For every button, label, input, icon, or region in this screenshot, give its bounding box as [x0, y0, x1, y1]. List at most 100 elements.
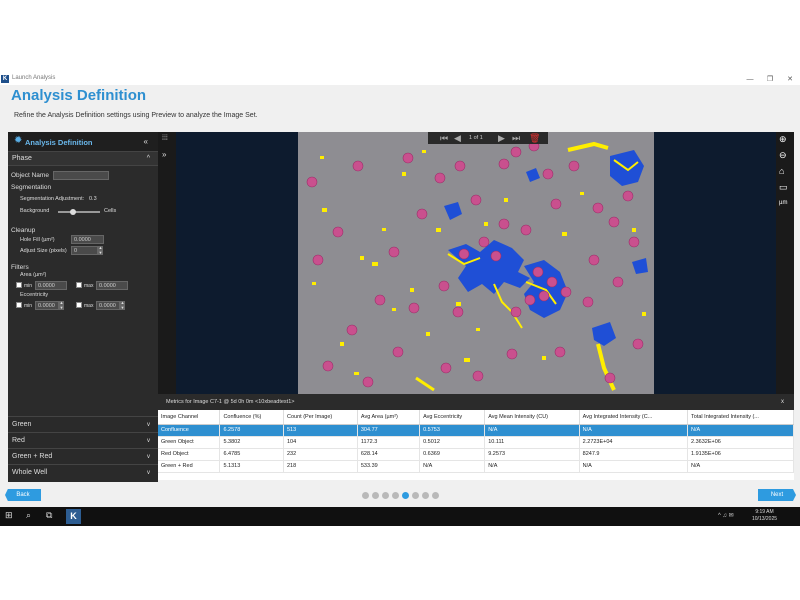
filters-heading: Filters	[11, 264, 29, 271]
fit-image-icon[interactable]: ▭	[779, 182, 788, 193]
viewer-right-toolbar: ⊕ ⊖ ⌂ ▭ µm	[776, 132, 794, 394]
next-image-button[interactable]: ▶	[498, 132, 505, 144]
table-cell: 6.4785	[219, 448, 284, 461]
table-cell: 533.39	[357, 460, 421, 473]
zoom-in-icon[interactable]: ⊕	[779, 134, 787, 145]
microscopy-image[interactable]	[298, 132, 654, 394]
area-max-input[interactable]	[96, 281, 128, 290]
taskbar-app-icon[interactable]: K	[66, 509, 81, 524]
phase-red-label: Red	[12, 437, 25, 444]
minimize-button[interactable]: —	[742, 74, 758, 85]
phase-green-toggle[interactable]: Green v	[8, 416, 158, 432]
adjust-size-stepper[interactable]: ▲ ▼	[98, 245, 103, 255]
task-view-icon[interactable]: ⧉	[46, 510, 52, 521]
search-icon[interactable]: ⌕	[26, 510, 31, 521]
column-header[interactable]: Total Integrated Intensity (...	[687, 410, 794, 425]
area-max-checkbox[interactable]	[76, 282, 82, 288]
step-dot[interactable]	[422, 492, 429, 499]
adjust-size-label: Adjust Size (pixels)	[20, 248, 67, 254]
table-cell: 513	[283, 424, 358, 437]
layers-icon[interactable]: ⁞⁞⁞	[162, 135, 168, 142]
area-min-checkbox[interactable]	[16, 282, 22, 288]
maximize-button[interactable]: ❐	[762, 74, 778, 85]
app-icon: K	[1, 75, 9, 83]
panel-title: Analysis Definition	[25, 138, 93, 147]
clock-time: 9:19 AM	[755, 509, 774, 515]
viewer-left-toolbar: ⁞⁞⁞ »	[158, 132, 176, 394]
metrics-table: Image Channel Confluence (%) Count (Per Im…	[158, 410, 794, 473]
eccentricity-max-input[interactable]	[96, 301, 120, 310]
table-cell: 0.6369	[419, 448, 486, 461]
zoom-out-icon[interactable]: ⊖	[779, 150, 787, 161]
step-dot[interactable]	[432, 492, 439, 499]
table-cell: 10.111	[484, 436, 580, 449]
step-dot[interactable]	[382, 492, 389, 499]
table-cell: 5.3802	[219, 436, 284, 449]
step-dot[interactable]	[392, 492, 399, 499]
step-dot[interactable]	[362, 492, 369, 499]
metrics-title: Metrics for Image C7-1 @ 5d 0h 0m <10xbe…	[166, 399, 295, 405]
table-row[interactable]: Green Object 5.3802 104 1172.3 0.5012 10.111 2…	[158, 436, 794, 449]
eccentricity-max-checkbox[interactable]	[76, 302, 82, 308]
last-image-button[interactable]: ⏭	[512, 132, 520, 144]
home-icon[interactable]: ⌂	[779, 166, 784, 176]
table-cell: Green Object	[158, 436, 221, 449]
segmentation-slider-handle[interactable]	[69, 209, 76, 215]
table-row[interactable]: Green + Red 5.1313 218 533.39 N/A N/A N/A N/A	[158, 460, 794, 473]
first-image-button[interactable]: ⏮	[440, 132, 448, 144]
phase-red-toggle[interactable]: Red v	[8, 432, 158, 448]
scale-bar-icon[interactable]: µm	[779, 200, 787, 206]
area-min-label: min	[24, 283, 33, 289]
step-dot[interactable]	[412, 492, 419, 499]
eccentricity-min-checkbox[interactable]	[16, 302, 22, 308]
column-header[interactable]: Count (Per Image)	[283, 410, 358, 425]
eccentricity-label: Eccentricity	[20, 292, 49, 298]
delete-icon[interactable]: 🗑	[529, 132, 540, 144]
table-cell: 9.2573	[484, 448, 580, 461]
image-viewer[interactable]: ⁞⁞⁞ » ⏮ ◀ 1 of 1 ▶ ⏭ 🗑 ⊕ ⊖ ⌂ ▭ µm	[158, 132, 794, 394]
system-tray-icons[interactable]: ^ ♫ ✉	[718, 512, 734, 519]
column-header[interactable]: Confluence (%)	[219, 410, 284, 425]
eccentricity-max-stepper[interactable]: ▲ ▼	[120, 300, 125, 310]
area-min-input[interactable]	[35, 281, 67, 290]
table-row[interactable]: Confluence 6.2578 513 304.77 0.5753 N/A N/A N/A	[158, 424, 794, 437]
page-subtitle: Refine the Analysis Definition settings …	[14, 112, 258, 119]
table-cell: N/A	[484, 424, 580, 437]
segmentation-heading: Segmentation	[11, 184, 52, 191]
table-row[interactable]: Red Object 6.4785 232 628.14 0.6369 9.2573 824…	[158, 448, 794, 461]
column-header[interactable]: Avg Area (µm²)	[357, 410, 421, 425]
close-metrics-button[interactable]: x	[781, 394, 784, 410]
phase-section-toggle[interactable]: Phase ^	[8, 152, 158, 166]
step-dot[interactable]	[402, 492, 409, 499]
column-header[interactable]: Image Channel	[158, 410, 221, 425]
eccentricity-min-stepper[interactable]: ▲ ▼	[59, 300, 64, 310]
windows-start-icon[interactable]: ⊞	[5, 510, 13, 521]
phase-green-red-toggle[interactable]: Green + Red v	[8, 448, 158, 464]
previous-image-button[interactable]: ◀	[454, 132, 461, 144]
close-button[interactable]: ✕	[782, 74, 798, 85]
segmentation-slider[interactable]	[58, 211, 100, 213]
table-cell: 8247.9	[579, 448, 689, 461]
next-button[interactable]: Next	[758, 489, 796, 501]
column-header[interactable]: Avg Eccentricity	[419, 410, 486, 425]
taskbar-clock[interactable]: 9:19 AM 10/13/2025	[752, 509, 777, 523]
chevron-up-icon: ^	[146, 155, 150, 162]
table-cell: N/A	[419, 460, 486, 473]
step-dot[interactable]	[372, 492, 379, 499]
object-name-label: Object Name	[11, 172, 49, 179]
hole-fill-input[interactable]	[71, 235, 104, 244]
phase-whole-well-toggle[interactable]: Whole Well v	[8, 464, 158, 482]
table-cell: N/A	[687, 460, 794, 473]
phase-green-red-label: Green + Red	[12, 453, 53, 460]
table-cell: N/A	[484, 460, 580, 473]
expand-panel-icon[interactable]: »	[162, 150, 166, 159]
adjust-size-input[interactable]	[71, 246, 98, 255]
table-cell: 232	[283, 448, 358, 461]
eccentricity-min-input[interactable]	[35, 301, 59, 310]
back-button[interactable]: Back	[5, 489, 41, 501]
column-header[interactable]: Avg Integrated Intensity (C...	[579, 410, 689, 425]
cleanup-heading: Cleanup	[11, 227, 36, 234]
object-name-input[interactable]	[53, 171, 109, 180]
column-header[interactable]: Avg Mean Intensity (CU)	[484, 410, 580, 425]
collapse-panel-button[interactable]: «	[144, 137, 148, 146]
